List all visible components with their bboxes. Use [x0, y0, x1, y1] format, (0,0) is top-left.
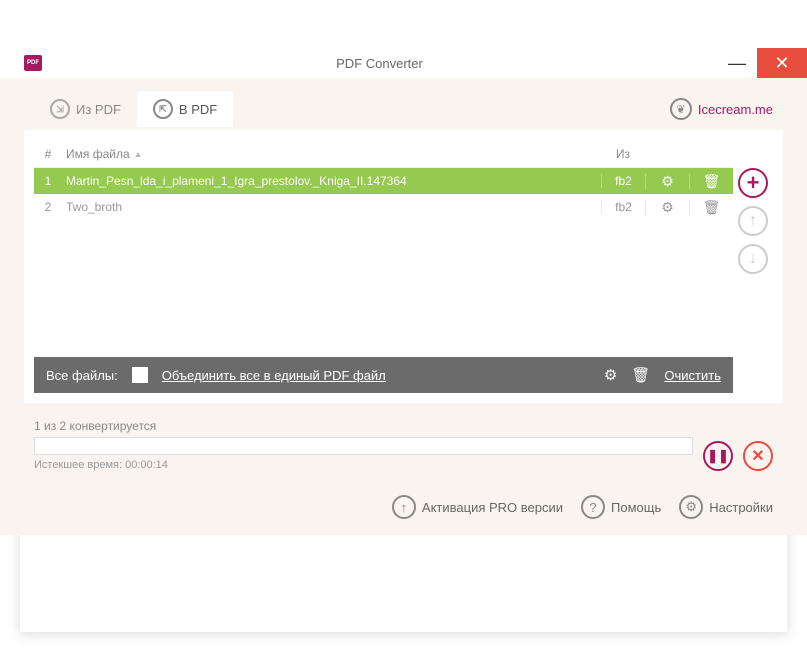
sort-asc-icon: ▲: [134, 149, 143, 159]
move-down-button[interactable]: ↓: [738, 244, 768, 274]
row-settings-button[interactable]: ⚙: [661, 173, 674, 189]
tab-from-pdf[interactable]: ⇲ Из PDF: [34, 91, 137, 127]
pause-button[interactable]: ❚❚: [703, 441, 733, 471]
row-delete-button[interactable]: 🗑: [703, 173, 721, 189]
tab-to-pdf[interactable]: ⇱ В PDF: [137, 91, 233, 127]
progress-area: 1 из 2 конвертируется Истекшее время: 00…: [24, 403, 783, 479]
clear-link[interactable]: Очистить: [664, 368, 721, 383]
elapsed-time: Истекшее время: 00:00:14: [34, 459, 693, 471]
file-table: # Имя файла ▲ Из 1 Martin_Pesn_lda_i_pla…: [34, 140, 733, 347]
progress-status: 1 из 2 конвертируется: [34, 419, 693, 433]
close-button[interactable]: ✕: [757, 48, 807, 78]
brand-link[interactable]: ❦ Icecream.me: [670, 98, 773, 120]
gear-icon: ⚙: [679, 495, 703, 519]
titlebar: PDF Converter — ✕: [0, 48, 807, 78]
minimize-button[interactable]: —: [717, 48, 757, 78]
tab-label: Из PDF: [76, 102, 121, 117]
merge-checkbox[interactable]: [132, 367, 148, 383]
arrow-up-icon: ↑: [392, 495, 416, 519]
table-row[interactable]: 2 Two_broth fb2 ⚙ 🗑: [34, 194, 733, 220]
cancel-button[interactable]: ✕: [743, 441, 773, 471]
row-settings-button[interactable]: ⚙: [661, 199, 674, 215]
row-delete-button[interactable]: 🗑: [703, 199, 721, 215]
footer-trash-icon: 🗑: [631, 366, 650, 384]
move-up-button[interactable]: ↑: [738, 206, 768, 236]
activate-pro-button[interactable]: ↑ Активация PRO версии: [392, 495, 563, 519]
tab-bar: ⇲ Из PDF ⇱ В PDF ❦ Icecream.me: [24, 88, 783, 130]
table-row[interactable]: 1 Martin_Pesn_lda_i_plameni_1_Igra_prest…: [34, 168, 733, 194]
table-header: # Имя файла ▲ Из: [34, 140, 733, 168]
all-files-label: Все файлы:: [46, 368, 118, 383]
app-logo: [24, 55, 42, 71]
export-icon: ⇲: [50, 99, 70, 119]
col-number[interactable]: #: [34, 147, 62, 161]
add-file-button[interactable]: +: [738, 168, 768, 198]
import-icon: ⇱: [153, 99, 173, 119]
settings-button[interactable]: ⚙ Настройки: [679, 495, 773, 519]
col-filename[interactable]: Имя файла ▲: [62, 147, 601, 161]
table-footer: Все файлы: Объединить все в единый PDF ф…: [34, 357, 733, 393]
col-from[interactable]: Из: [601, 147, 645, 161]
footer-settings-button[interactable]: ⚙: [604, 366, 617, 384]
window-title: PDF Converter: [42, 56, 717, 71]
help-button[interactable]: ? Помощь: [581, 495, 661, 519]
question-icon: ?: [581, 495, 605, 519]
bottom-bar: ↑ Активация PRO версии ? Помощь ⚙ Настро…: [24, 479, 783, 535]
icecream-icon: ❦: [670, 98, 692, 120]
merge-link[interactable]: Объединить все в единый PDF файл: [162, 368, 386, 383]
progress-bar: [34, 437, 693, 455]
tab-label: В PDF: [179, 102, 217, 117]
